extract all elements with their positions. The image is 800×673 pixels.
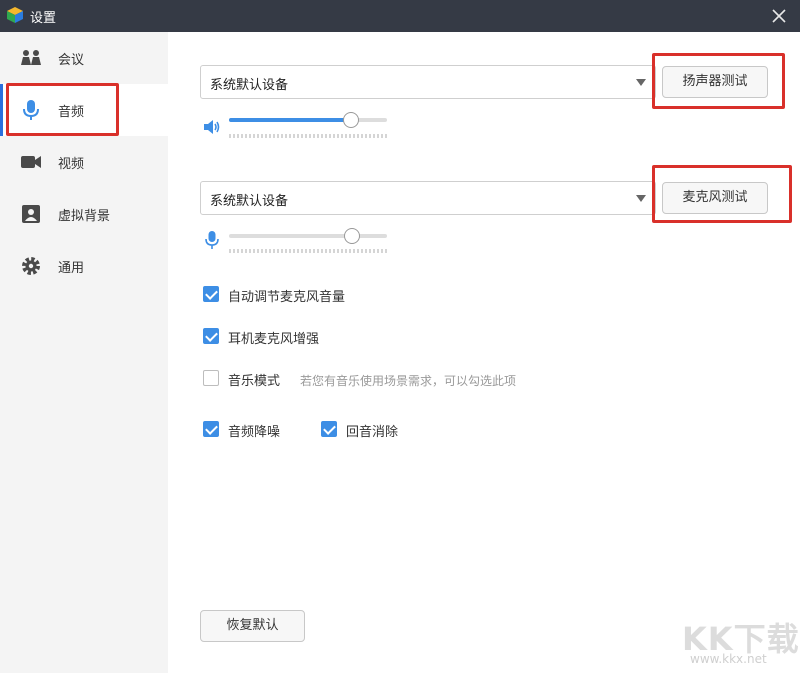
speaker-volume-slider[interactable] [229,110,387,130]
portrait-icon [20,204,42,224]
restore-defaults-button[interactable]: 恢复默认 [200,610,305,642]
chevron-down-icon [636,195,646,202]
chevron-down-icon [636,79,646,86]
microphone-icon [202,230,222,250]
meeting-people-icon [20,48,42,68]
watermark-url: www.kkx.net [690,652,767,666]
microphone-level-meter [229,249,387,253]
microphone-icon [20,100,42,120]
slider-fill [229,118,351,122]
sidebar-item-label: 音频 [58,101,84,120]
sidebar-item-video[interactable]: 视频 [0,136,168,188]
sidebar-item-label: 通用 [58,257,84,276]
music-mode-hint: 若您有音乐使用场景需求，可以勾选此项 [300,372,516,389]
sidebar-item-label: 虚拟背景 [58,205,110,224]
microphone-test-button[interactable]: 麦克风测试 [662,182,768,214]
sidebar-item-general[interactable]: 通用 [0,240,168,292]
sidebar-item-virtual-background[interactable]: 虚拟背景 [0,188,168,240]
speaker-device-value: 系统默认设备 [210,74,288,93]
speaker-level-meter [229,134,387,138]
sidebar-item-audio[interactable]: 音频 [0,84,168,136]
sidebar-item-label: 视频 [58,153,84,172]
video-camera-icon [20,152,42,172]
speaker-device-select[interactable]: 系统默认设备 [200,65,656,99]
checkbox[interactable] [203,328,219,344]
close-icon[interactable] [768,5,790,27]
title-bar: 设置 [0,0,800,32]
microphone-device-value: 系统默认设备 [210,190,288,209]
option-label: 回音消除 [346,421,398,440]
microphone-volume-slider[interactable] [229,226,387,246]
option-label: 耳机麦克风增强 [228,328,319,347]
checkbox[interactable] [203,421,219,437]
checkbox[interactable] [203,370,219,386]
option-label: 音频降噪 [228,421,280,440]
checkbox[interactable] [203,286,219,302]
option-label: 自动调节麦克风音量 [228,286,345,305]
slider-thumb[interactable] [343,112,359,128]
slider-thumb[interactable] [344,228,360,244]
speaker-test-button[interactable]: 扬声器测试 [662,66,768,98]
checkbox[interactable] [321,421,337,437]
slider-track [229,234,387,238]
sidebar-item-meeting[interactable]: 会议 [0,32,168,84]
settings-sidebar: 会议 音频 视频 虚拟背景 通用 [0,32,168,673]
sidebar-item-label: 会议 [58,49,84,68]
option-label: 音乐模式 [228,370,280,389]
app-logo-icon [6,6,24,24]
microphone-device-select[interactable]: 系统默认设备 [200,181,656,215]
window-title: 设置 [30,7,56,26]
speaker-volume-icon [202,117,222,137]
gear-icon [20,256,42,276]
